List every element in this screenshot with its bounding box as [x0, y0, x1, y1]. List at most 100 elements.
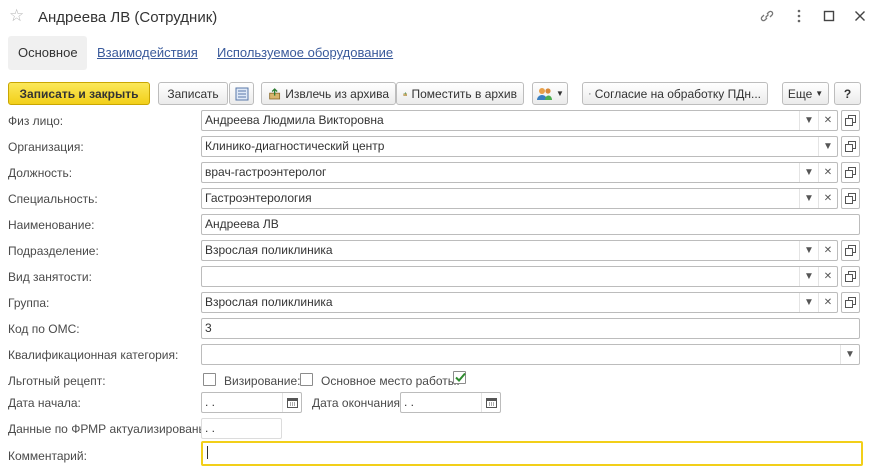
department-label: Подразделение:	[8, 244, 99, 258]
name-value: Андреева ЛВ	[205, 217, 279, 231]
open-icon[interactable]	[841, 266, 860, 287]
specialty-field[interactable]: Гастроэнтерология ▼ ✕	[201, 188, 838, 209]
save-and-close-button[interactable]: Записать и закрыть	[8, 82, 150, 105]
more-button[interactable]: Еще ▼	[782, 82, 829, 105]
text-cursor	[207, 446, 208, 459]
consent-label: Согласие на обработку ПДн...	[594, 86, 761, 101]
approval-checkbox[interactable]	[300, 373, 313, 386]
close-icon[interactable]	[849, 5, 871, 27]
department-row: Подразделение: Взрослая поликлиника ▼ ✕	[0, 240, 879, 262]
open-icon[interactable]	[841, 240, 860, 261]
clear-icon[interactable]: ✕	[818, 163, 837, 182]
dropdown-arrow-icon[interactable]: ▼	[799, 241, 818, 260]
person-label: Физ лицо:	[8, 114, 64, 128]
dropdown-arrow-icon[interactable]: ▼	[799, 267, 818, 286]
oms-code-field[interactable]: 3	[201, 318, 860, 339]
name-row: Наименование: Андреева ЛВ	[0, 214, 879, 236]
oms-code-value: 3	[205, 321, 212, 335]
tab-interactions[interactable]: Взаимодействия	[87, 36, 208, 70]
list-button[interactable]	[229, 82, 254, 105]
organization-row: Организация: Клинико-диагностический цен…	[0, 136, 879, 158]
end-date-label: Дата окончания:	[312, 396, 404, 410]
calendar-icon[interactable]	[282, 393, 301, 412]
start-date-value: . .	[205, 395, 216, 409]
calendar-icon[interactable]	[481, 393, 500, 412]
comment-field[interactable]	[201, 441, 863, 466]
frmr-value: . .	[205, 421, 216, 435]
dropdown-arrow-icon[interactable]: ▼	[799, 293, 818, 312]
save-button[interactable]: Записать	[158, 82, 228, 105]
organization-value: Клинико-диагностический центр	[205, 139, 385, 153]
clear-icon[interactable]: ✕	[818, 293, 837, 312]
employment-label: Вид занятости:	[8, 270, 92, 284]
oms-code-row: Код по ОМС: 3	[0, 318, 879, 340]
clear-icon[interactable]: ✕	[818, 189, 837, 208]
tab-bar: Основное Взаимодействия Используемое обо…	[8, 36, 868, 70]
preferential-checkbox[interactable]	[203, 373, 216, 386]
open-icon[interactable]	[841, 292, 860, 313]
dates-row: Дата начала: . . Дата окончания: . .	[0, 392, 879, 414]
toolbar: Записать и закрыть Записать Извлечь из а…	[8, 82, 868, 106]
link-icon[interactable]	[756, 5, 778, 27]
window-title: Андреева ЛВ (Сотрудник)	[38, 9, 218, 26]
archive-button[interactable]: Поместить в архив	[396, 82, 524, 105]
unarchive-label: Извлечь из архива	[285, 86, 389, 101]
group-field[interactable]: Взрослая поликлиника ▼ ✕	[201, 292, 838, 313]
chevron-down-icon: ▼	[815, 89, 824, 98]
start-date-field[interactable]: . .	[201, 392, 302, 413]
printer-icon	[589, 92, 591, 95]
unarchive-button[interactable]: Извлечь из архива	[261, 82, 396, 105]
approval-label: Визирование:	[224, 374, 301, 388]
open-icon[interactable]	[841, 188, 860, 209]
person-row: Физ лицо: Андреева Людмила Викторовна ▼ …	[0, 110, 879, 132]
open-icon[interactable]	[841, 162, 860, 183]
chevron-down-icon: ▼	[556, 89, 564, 98]
department-field[interactable]: Взрослая поликлиника ▼ ✕	[201, 240, 838, 261]
more-vertical-icon[interactable]	[788, 5, 810, 27]
checkmark-icon	[455, 372, 466, 382]
clear-icon[interactable]: ✕	[818, 111, 837, 130]
frmr-field: . .	[201, 418, 282, 439]
star-icon[interactable]: ☆	[9, 6, 24, 26]
maximize-icon[interactable]	[818, 5, 840, 27]
clear-icon[interactable]: ✕	[818, 267, 837, 286]
list-icon	[235, 87, 248, 100]
open-icon[interactable]	[841, 110, 860, 131]
tab-equipment[interactable]: Используемое оборудование	[207, 36, 403, 70]
users-dropdown-button[interactable]: ▼	[532, 82, 568, 105]
checkbox-row: Льготный рецепт: Визирование: Основное м…	[0, 370, 879, 392]
dropdown-arrow-icon[interactable]: ▼	[818, 137, 837, 156]
group-row: Группа: Взрослая поликлиника ▼ ✕	[0, 292, 879, 314]
open-icon[interactable]	[841, 136, 860, 157]
unarchive-icon	[269, 87, 281, 99]
organization-field[interactable]: Клинико-диагностический центр ▼	[201, 136, 838, 157]
employment-field[interactable]: ▼ ✕	[201, 266, 838, 287]
name-label: Наименование:	[8, 218, 95, 232]
main-job-checkbox[interactable]	[453, 371, 466, 384]
dropdown-arrow-icon[interactable]: ▼	[840, 345, 859, 364]
specialty-value: Гастроэнтерология	[205, 191, 312, 205]
department-value: Взрослая поликлиника	[205, 243, 333, 257]
name-field[interactable]: Андреева ЛВ	[201, 214, 860, 235]
dropdown-arrow-icon[interactable]: ▼	[799, 111, 818, 130]
help-button[interactable]: ?	[834, 82, 861, 105]
start-date-label: Дата начала:	[8, 396, 81, 410]
dropdown-arrow-icon[interactable]: ▼	[799, 163, 818, 182]
end-date-field[interactable]: . .	[400, 392, 501, 413]
users-icon	[537, 87, 553, 100]
tab-main[interactable]: Основное	[8, 36, 87, 70]
end-date-value: . .	[404, 395, 415, 409]
consent-button[interactable]: Согласие на обработку ПДн...	[582, 82, 768, 105]
employment-row: Вид занятости: ▼ ✕	[0, 266, 879, 288]
more-label: Еще	[787, 86, 813, 101]
person-field[interactable]: Андреева Людмила Викторовна ▼ ✕	[201, 110, 838, 131]
position-field[interactable]: врач-гастроэнтеролог ▼ ✕	[201, 162, 838, 183]
comment-row: Комментарий:	[0, 441, 879, 467]
group-label: Группа:	[8, 296, 50, 310]
specialty-label: Специальность:	[8, 192, 98, 206]
dropdown-arrow-icon[interactable]: ▼	[799, 189, 818, 208]
clear-icon[interactable]: ✕	[818, 241, 837, 260]
person-value: Андреева Людмила Викторовна	[205, 113, 384, 127]
qualification-field[interactable]: ▼	[201, 344, 860, 365]
qualification-row: Квалификационная категория: ▼	[0, 344, 879, 366]
